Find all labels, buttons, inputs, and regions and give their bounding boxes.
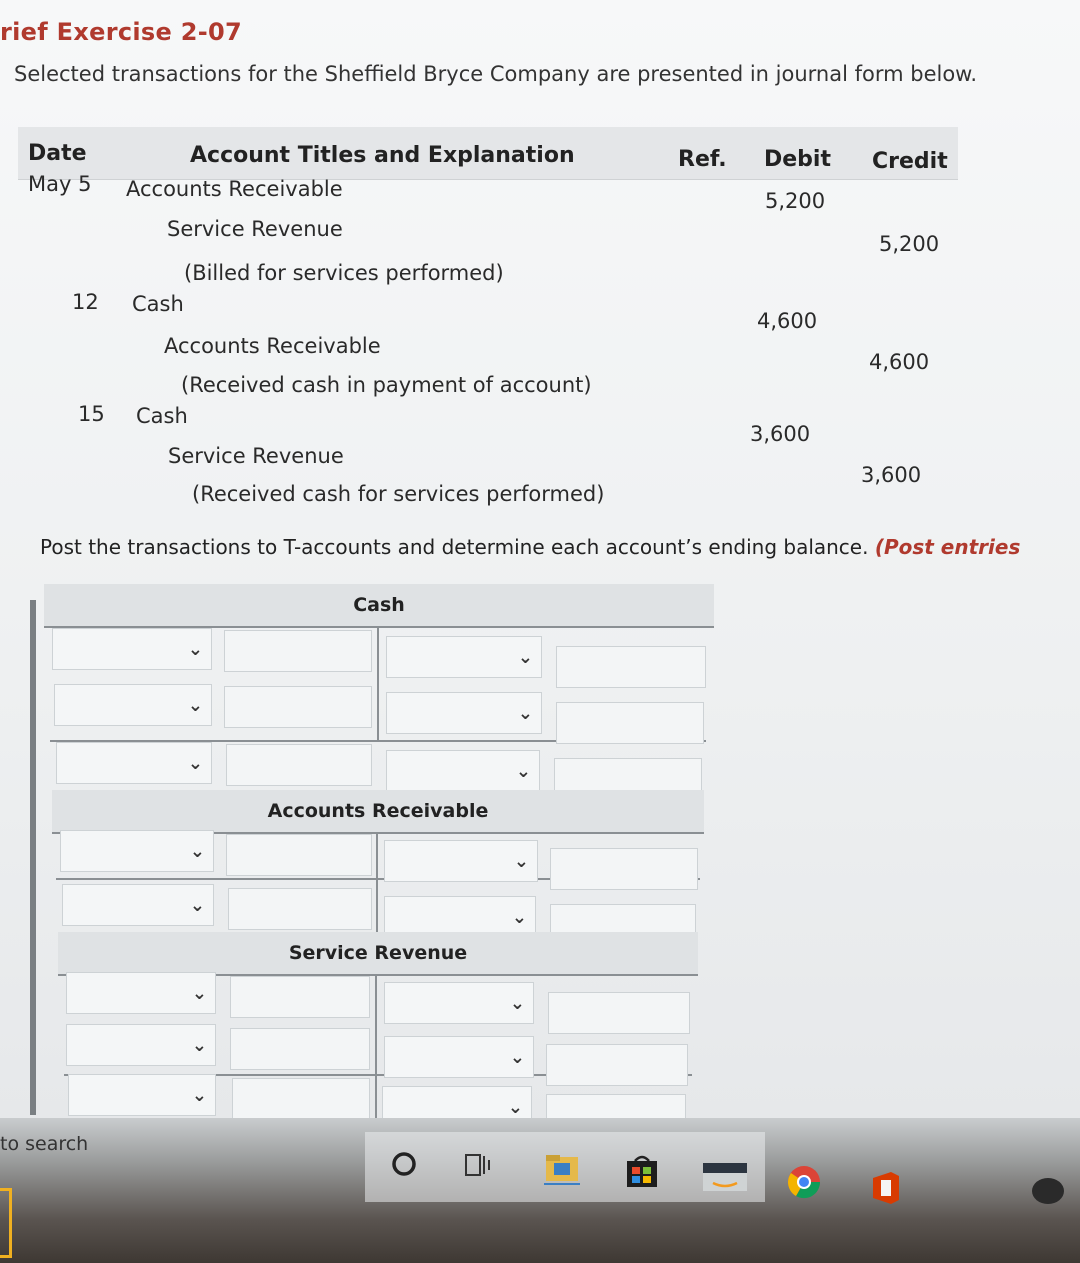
exercise-subtitle: Selected transactions for the Sheffield …: [14, 62, 978, 86]
cash-debit-amount-input[interactable]: [224, 686, 372, 728]
cortana-icon[interactable]: [388, 1148, 420, 1180]
chevron-down-icon: ⌄: [187, 753, 203, 774]
t-account-title-service-revenue: Service Revenue: [58, 932, 698, 976]
col-ref: Ref.: [678, 147, 727, 172]
ar-balance-label-select[interactable]: ⌄: [62, 884, 214, 926]
entry-debit-account: Cash: [136, 404, 188, 428]
sr-debit-amount-input[interactable]: [230, 976, 370, 1018]
chevron-down-icon: ⌄: [191, 1035, 207, 1056]
entry-debit-account: Cash: [132, 292, 184, 316]
t-account-title-cash: Cash: [44, 584, 714, 628]
chevron-down-icon: ⌄: [187, 695, 203, 716]
chevron-down-icon: ⌄: [187, 639, 203, 660]
window-edge: [0, 1188, 12, 1258]
entry-debit-account: Accounts Receivable: [126, 177, 343, 201]
entry-credit-amount: 4,600: [869, 350, 930, 374]
chevron-down-icon: ⌄: [517, 647, 533, 668]
chevron-down-icon: ⌄: [509, 993, 525, 1014]
exercise-page: rief Exercise 2-07 Selected transactions…: [0, 0, 1080, 1130]
entry-date: 12: [72, 290, 99, 314]
col-credit: Credit: [872, 149, 948, 174]
exercise-title: rief Exercise 2-07: [0, 18, 242, 46]
entry-explanation: (Billed for services performed): [184, 261, 504, 285]
file-explorer-icon[interactable]: [540, 1150, 584, 1186]
entry-explanation: (Received cash for services performed): [192, 482, 605, 506]
chevron-down-icon: ⌄: [509, 1047, 525, 1068]
entry-explanation: (Received cash in payment of account): [181, 373, 592, 397]
chevron-down-icon: ⌄: [515, 761, 531, 782]
t-account-title-accounts-receivable: Accounts Receivable: [52, 790, 704, 834]
col-date: Date: [28, 141, 87, 166]
ar-debit-date-select[interactable]: ⌄: [60, 830, 214, 872]
cash-credit-date-select[interactable]: ⌄: [386, 692, 542, 734]
t-account-divider: [376, 834, 378, 940]
chevron-down-icon: ⌄: [191, 1085, 207, 1106]
sr-credit-amount-input[interactable]: [546, 1044, 688, 1086]
col-account: Account Titles and Explanation: [190, 143, 575, 168]
instructions: Post the transactions to T-accounts and …: [40, 535, 1020, 559]
ar-credit-amount-input[interactable]: [550, 848, 698, 890]
chevron-down-icon: ⌄: [189, 841, 205, 862]
chevron-down-icon: ⌄: [189, 895, 205, 916]
t-account-divider: [377, 628, 379, 740]
ar-balance-debit-input[interactable]: [228, 888, 372, 930]
entry-credit-amount: 3,600: [861, 463, 922, 487]
sr-balance-debit-input[interactable]: [232, 1078, 370, 1120]
cash-credit-date-select[interactable]: ⌄: [386, 636, 542, 678]
entry-debit-amount: 3,600: [750, 422, 811, 446]
entry-credit-account: Service Revenue: [168, 444, 344, 468]
cash-balance-debit-input[interactable]: [226, 744, 372, 786]
entry-credit-account: Service Revenue: [167, 217, 343, 241]
office-icon[interactable]: [866, 1168, 906, 1208]
sr-credit-amount-input[interactable]: [548, 992, 690, 1034]
entry-debit-amount: 5,200: [765, 189, 826, 213]
entry-date: May 5: [28, 172, 92, 196]
cash-balance-label-select[interactable]: ⌄: [56, 742, 212, 784]
col-debit: Debit: [764, 147, 831, 172]
entry-credit-amount: 5,200: [879, 232, 940, 256]
sr-debit-date-select[interactable]: ⌄: [66, 1024, 216, 1066]
t-account-divider: [375, 976, 377, 1124]
chevron-down-icon: ⌄: [511, 907, 527, 928]
ar-debit-amount-input[interactable]: [226, 834, 372, 876]
cash-credit-amount-input[interactable]: [556, 646, 706, 688]
chevron-down-icon: ⌄: [191, 983, 207, 1004]
entry-debit-amount: 4,600: [757, 309, 818, 333]
tray-icon[interactable]: [1028, 1174, 1068, 1208]
entry-credit-account: Accounts Receivable: [164, 334, 381, 358]
journal-header: Date Account Titles and Explanation Ref.…: [18, 127, 958, 180]
instructions-text: Post the transactions to T-accounts and …: [40, 535, 869, 559]
cash-debit-date-select[interactable]: ⌄: [54, 684, 212, 726]
entry-date: 15: [78, 402, 105, 426]
sr-balance-label-select[interactable]: ⌄: [68, 1074, 216, 1116]
amazon-icon[interactable]: [700, 1160, 750, 1194]
cash-credit-amount-input[interactable]: [556, 702, 704, 744]
ar-credit-date-select[interactable]: ⌄: [384, 840, 538, 882]
cash-debit-date-select[interactable]: ⌄: [52, 628, 212, 670]
instructions-emphasis: (Post entries: [874, 535, 1021, 559]
chrome-icon[interactable]: [784, 1162, 824, 1202]
chevron-down-icon: ⌄: [507, 1097, 523, 1118]
cash-balance-credit-select[interactable]: ⌄: [386, 750, 540, 792]
cash-debit-amount-input[interactable]: [224, 630, 372, 672]
left-border: [30, 600, 36, 1115]
store-icon[interactable]: [620, 1152, 664, 1190]
sr-credit-date-select[interactable]: ⌄: [384, 982, 534, 1024]
sr-debit-amount-input[interactable]: [230, 1028, 370, 1070]
chevron-down-icon: ⌄: [513, 851, 529, 872]
chevron-down-icon: ⌄: [517, 703, 533, 724]
taskbar-search[interactable]: to search: [0, 1133, 88, 1155]
task-view-icon[interactable]: [462, 1150, 496, 1180]
sr-debit-date-select[interactable]: ⌄: [66, 972, 216, 1014]
taskbar: [0, 1118, 1080, 1263]
sr-credit-date-select[interactable]: ⌄: [384, 1036, 534, 1078]
